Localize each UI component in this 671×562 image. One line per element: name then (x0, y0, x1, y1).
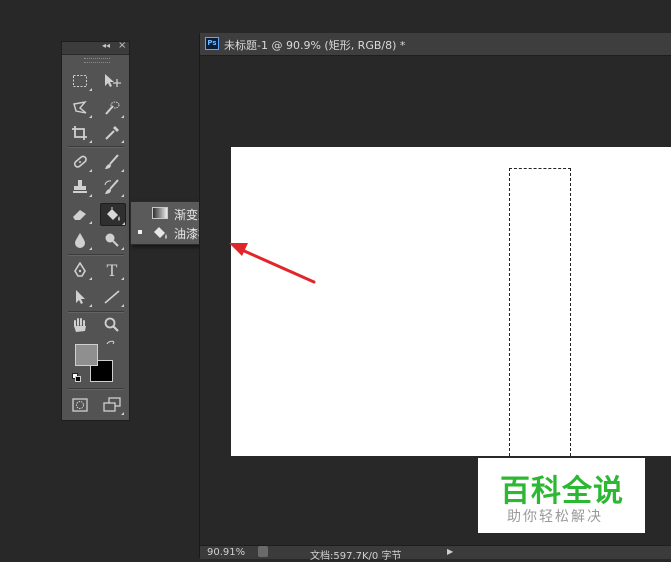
line-tool[interactable] (100, 287, 124, 307)
path-selection-tool[interactable] (68, 287, 92, 307)
eyedropper-icon (105, 126, 119, 140)
zoom-tool[interactable] (100, 315, 124, 335)
move-icon (105, 74, 121, 87)
move-tool[interactable] (100, 71, 124, 91)
status-arrow-icon[interactable]: ▶ (447, 547, 453, 556)
watermark-logo: 百科全说 助你轻松解决 (478, 458, 645, 533)
dodge-icon (105, 233, 119, 247)
photoshop-logo-icon: Ps (205, 37, 219, 50)
rectangular-marquee-tool[interactable] (68, 71, 92, 91)
tools-divider (68, 146, 124, 148)
quick-mask-button[interactable] (68, 395, 92, 415)
quick-selection-icon (105, 101, 120, 115)
marquee-icon (73, 75, 87, 87)
bandage-icon (73, 155, 87, 168)
hand-tool[interactable] (68, 315, 92, 335)
tools-panel: ◂◂ × T (61, 40, 130, 421)
zoom-level[interactable]: 90.91% (207, 547, 245, 558)
clone-stamp-tool[interactable] (68, 177, 92, 197)
eraser-tool[interactable] (68, 204, 92, 224)
history-brush-tool[interactable] (100, 177, 124, 197)
quick-selection-tool[interactable] (100, 98, 124, 118)
document-tab[interactable]: Ps 未标题-1 @ 90.9% (矩形, RGB/8) * (200, 33, 671, 56)
watermark-title: 百科全说 (500, 474, 624, 509)
pen-tool[interactable] (68, 260, 92, 280)
dodge-tool[interactable] (100, 230, 124, 250)
default-colors-icon[interactable] (72, 373, 82, 383)
close-panel-button[interactable]: × (118, 40, 126, 51)
type-tool[interactable]: T (100, 260, 124, 280)
eyedropper-tool[interactable] (100, 123, 124, 143)
screen-mode-icon (103, 397, 121, 412)
document-size-info: 文档:597.7K/0 字节 (310, 551, 402, 562)
collapse-panel-button[interactable]: ◂◂ (102, 41, 110, 50)
stamp-icon (73, 180, 87, 193)
quick-mask-icon (72, 398, 88, 412)
crop-icon (72, 126, 87, 140)
crop-tool[interactable] (68, 123, 92, 143)
zoom-icon (104, 317, 119, 332)
gradient-icon (152, 207, 168, 219)
spot-healing-brush-tool[interactable] (68, 152, 92, 172)
canvas[interactable] (231, 147, 671, 456)
lasso-tool[interactable] (68, 98, 92, 118)
eraser-icon (73, 210, 86, 220)
tools-divider (68, 254, 124, 256)
document-title: 未标题-1 @ 90.9% (矩形, RGB/8) * (224, 39, 406, 52)
swap-colors-icon[interactable] (105, 340, 117, 350)
tools-divider (68, 311, 124, 313)
panel-grip[interactable] (84, 58, 110, 63)
foreground-color-swatch[interactable] (75, 344, 98, 366)
screen-mode-button[interactable] (100, 395, 124, 415)
status-menu-icon[interactable] (258, 546, 268, 557)
brush-tool[interactable] (100, 152, 124, 172)
pen-icon (74, 262, 86, 277)
blur-tool[interactable] (68, 230, 92, 250)
history-brush-icon (104, 179, 119, 194)
selection-marquee (509, 168, 571, 456)
tools-panel-header[interactable]: ◂◂ × (62, 40, 129, 55)
brush-icon (105, 154, 119, 169)
line-icon (104, 290, 120, 304)
type-icon: T (106, 260, 118, 280)
tools-divider (68, 388, 124, 390)
watermark-subtitle: 助你轻松解决 (507, 509, 603, 525)
lasso-icon (73, 100, 87, 114)
paint-bucket-icon (107, 206, 120, 221)
selected-bullet-icon (138, 230, 142, 234)
hand-icon (74, 318, 86, 332)
paint-bucket-tool[interactable] (100, 203, 126, 226)
status-bar: 90.91% 文档:597.7K/0 字节 ▶ (200, 545, 671, 562)
drop-icon (75, 233, 85, 248)
arrow-icon (76, 290, 85, 304)
paint-bucket-icon (154, 227, 167, 239)
